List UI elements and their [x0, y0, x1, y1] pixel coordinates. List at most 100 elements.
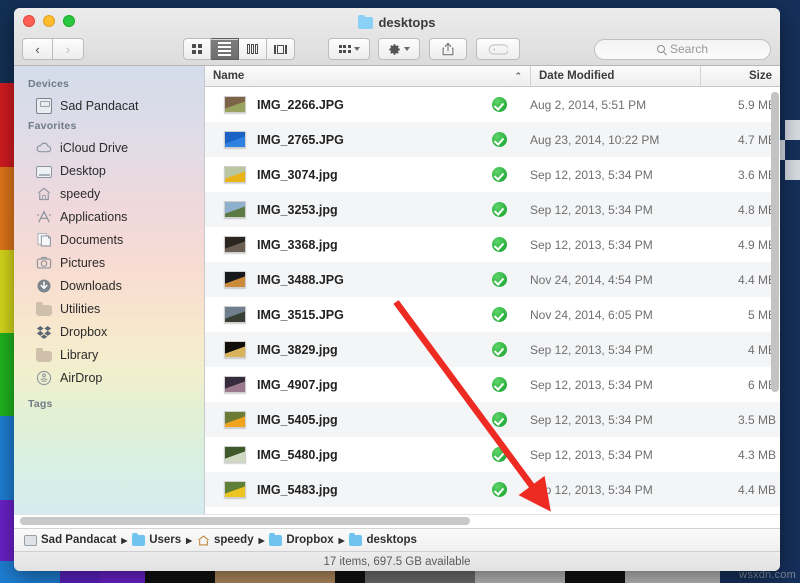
file-name-cell[interactable]: IMG_5405.jpg: [205, 411, 492, 428]
sidebar-item-utilities[interactable]: Utilities: [14, 297, 204, 320]
column-header-date-modified[interactable]: Date Modified: [530, 66, 700, 86]
list-view-button[interactable]: [211, 38, 239, 60]
sidebar-item-library[interactable]: Library: [14, 343, 204, 366]
arrange-button[interactable]: [328, 38, 370, 60]
table-row[interactable]: IMG_2765.JPG Aug 23, 2014, 10:22 PM 4.7 MB: [205, 122, 780, 157]
chevron-right-icon: ›: [65, 41, 71, 57]
sidebar-item-desktop[interactable]: Desktop: [14, 159, 204, 182]
back-button[interactable]: ‹: [22, 38, 53, 60]
window-body: Devices Sad Pandacat Favorites iCloud Drive…: [14, 66, 780, 514]
file-name-cell[interactable]: IMG_3253.jpg: [205, 201, 492, 218]
forward-button[interactable]: ›: [53, 38, 84, 60]
table-row[interactable]: IMG_5405.jpg Sep 12, 2013, 5:34 PM 3.5 MB: [205, 402, 780, 437]
breadcrumb-item-dropbox[interactable]: Dropbox: [269, 532, 334, 546]
sidebar-item-dropbox[interactable]: Dropbox: [14, 320, 204, 343]
file-thumbnail: [224, 131, 246, 148]
breadcrumb-label: desktops: [366, 534, 417, 546]
breadcrumb-item-users[interactable]: Users: [132, 532, 181, 546]
file-name-cell[interactable]: IMG_3368.jpg: [205, 236, 492, 253]
sidebar-item-downloads[interactable]: Downloads: [14, 274, 204, 297]
coverflow-view-icon: [274, 44, 287, 54]
table-row[interactable]: IMG_5480.jpg Sep 12, 2013, 5:34 PM 4.3 MB: [205, 437, 780, 472]
file-rows: IMG_2266.JPG Aug 2, 2014, 5:51 PM 5.9 MB IM…: [205, 87, 780, 514]
search-field[interactable]: Search: [594, 38, 771, 60]
file-name-cell[interactable]: IMG_3515.JPG: [205, 306, 492, 323]
table-row[interactable]: IMG_3074.jpg Sep 12, 2013, 5:34 PM 3.6 MB: [205, 157, 780, 192]
window-title-text: desktops: [378, 15, 436, 30]
navigation-buttons[interactable]: ‹ ›: [22, 38, 84, 60]
file-size: 3.6 MB: [737, 167, 776, 182]
sidebar-item-icloud-drive[interactable]: iCloud Drive: [14, 136, 204, 159]
table-row[interactable]: IMG_2266.JPG Aug 2, 2014, 5:51 PM 5.9 MB: [205, 87, 780, 122]
icon-view-button[interactable]: [183, 38, 211, 60]
file-name: IMG_3515.JPG: [257, 307, 344, 322]
breadcrumb[interactable]: Sad Pandacat ▸ Users ▸ speedy ▸ Dropbox ▸ deskto…: [14, 528, 780, 551]
file-name-cell[interactable]: IMG_3829.jpg: [205, 341, 492, 358]
desktop-stripe: [0, 249, 14, 334]
folder-icon: [358, 14, 374, 29]
file-name-cell[interactable]: IMG_2266.JPG: [205, 96, 492, 113]
file-name-cell[interactable]: IMG_2765.JPG: [205, 131, 492, 148]
column-header-name[interactable]: Name ⌃: [205, 70, 530, 82]
file-thumbnail: [224, 341, 246, 358]
sidebar-item-airdrop[interactable]: AirDrop: [14, 366, 204, 389]
breadcrumb-item-speedy[interactable]: speedy: [197, 534, 254, 546]
file-name-cell[interactable]: IMG_3488.JPG: [205, 271, 492, 288]
file-date-modified: Sep 12, 2013, 5:34 PM: [530, 167, 653, 182]
pictures-icon: [36, 255, 52, 271]
action-button[interactable]: [378, 38, 420, 60]
search-icon: [656, 45, 665, 53]
sidebar-item-label: Documents: [60, 232, 124, 247]
file-name: IMG_5405.jpg: [257, 412, 338, 427]
sidebar-item-speedy[interactable]: speedy: [14, 182, 204, 205]
horizontal-scrollbar[interactable]: [14, 514, 780, 528]
sidebar-item-label: iCloud Drive: [60, 140, 129, 155]
file-date-modified: Aug 2, 2014, 5:51 PM: [530, 97, 647, 112]
column-header-size[interactable]: Size: [700, 66, 780, 86]
table-row[interactable]: IMG_3515.JPG Nov 24, 2014, 6:05 PM 5 MB: [205, 297, 780, 332]
vertical-scrollbar[interactable]: [771, 88, 779, 512]
column-view-button[interactable]: [239, 38, 267, 60]
file-name: IMG_2266.JPG: [257, 97, 344, 112]
file-name-cell[interactable]: IMG_5480.jpg: [205, 446, 492, 463]
finder-window: desktops ‹ › Search Devices Sad Pandacat…: [14, 8, 780, 571]
sidebar-item-pictures[interactable]: Pictures: [14, 251, 204, 274]
window-titlebar: desktops ‹ › Search: [14, 8, 780, 66]
view-mode-buttons[interactable]: [183, 38, 295, 60]
file-date-modified: Sep 12, 2013, 5:34 PM: [530, 202, 653, 217]
file-name: IMG_5483.jpg: [257, 482, 338, 497]
breadcrumb-separator: ▸: [121, 535, 128, 547]
breadcrumb-item-sad-pandacat[interactable]: Sad Pandacat: [24, 534, 116, 546]
sidebar-item-sad-pandacat[interactable]: Sad Pandacat: [14, 94, 204, 117]
dropbox-synced-icon: [492, 167, 507, 182]
file-name-cell[interactable]: IMG_5483.jpg: [205, 481, 492, 498]
coverflow-view-button[interactable]: [267, 38, 295, 60]
share-button[interactable]: [429, 38, 467, 60]
horizontal-scrollbar-thumb[interactable]: [20, 517, 470, 525]
table-row[interactable]: IMG_3368.jpg Sep 12, 2013, 5:34 PM 4.9 MB: [205, 227, 780, 262]
table-row[interactable]: IMG_4907.jpg Sep 12, 2013, 5:34 PM 6 MB: [205, 367, 780, 402]
sidebar-item-applications[interactable]: Applications: [14, 205, 204, 228]
file-date-modified: Sep 12, 2013, 5:34 PM: [530, 342, 653, 357]
dropbox-synced-icon: [492, 447, 507, 462]
column-headers[interactable]: Name ⌃ Date Modified Size: [205, 66, 780, 87]
table-row[interactable]: IMG_5483.jpg Sep 12, 2013, 5:34 PM 4.4 MB: [205, 472, 780, 507]
dropbox-synced-icon: [492, 97, 507, 112]
sidebar-item-label: Dropbox: [60, 324, 108, 339]
sidebar-item-documents[interactable]: Documents: [14, 228, 204, 251]
sort-ascending-icon: ⌃: [514, 70, 522, 81]
breadcrumb-item-desktops[interactable]: desktops: [349, 532, 417, 546]
table-row[interactable]: IMG_3488.JPG Nov 24, 2014, 4:54 PM 4.4 MB: [205, 262, 780, 297]
file-name-cell[interactable]: IMG_4907.jpg: [205, 376, 492, 393]
breadcrumb-separator: ▸: [258, 535, 265, 547]
file-name-cell[interactable]: IMG_3074.jpg: [205, 166, 492, 183]
table-row[interactable]: IMG_3253.jpg Sep 12, 2013, 5:34 PM 4.8 MB: [205, 192, 780, 227]
tag-button[interactable]: [476, 38, 520, 60]
file-size: 4.3 MB: [737, 447, 776, 462]
icon-view-icon: [192, 44, 202, 54]
vertical-scrollbar-thumb[interactable]: [771, 92, 779, 392]
chevron-down-icon: [353, 47, 360, 51]
dropbox-synced-icon: [492, 482, 507, 497]
table-row[interactable]: IMG_3829.jpg Sep 12, 2013, 5:34 PM 4 MB: [205, 332, 780, 367]
sidebar-section-heading: Tags: [28, 398, 53, 410]
